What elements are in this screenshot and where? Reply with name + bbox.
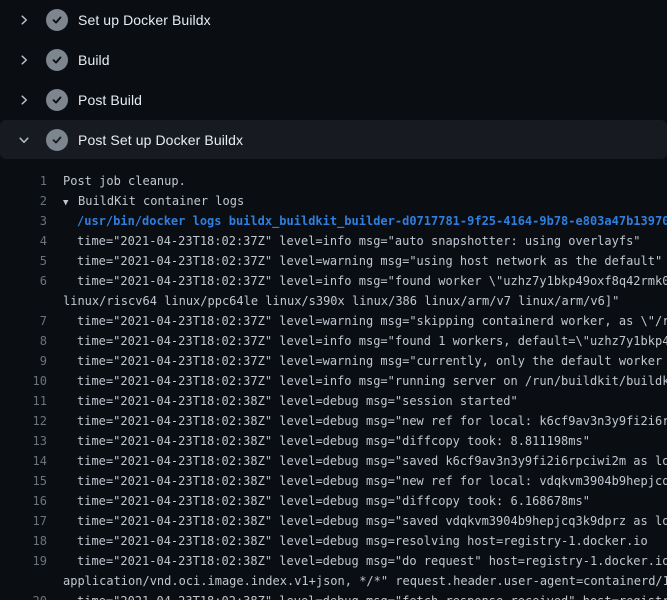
log-line-number[interactable]: 8 bbox=[0, 331, 47, 351]
log-line-number[interactable]: 6 bbox=[0, 271, 47, 291]
log-line-text: time="2021-04-23T18:02:38Z" level=debug … bbox=[47, 591, 667, 600]
log-group-header[interactable]: ▼BuildKit container logs bbox=[47, 191, 244, 211]
log-line-text: time="2021-04-23T18:02:38Z" level=debug … bbox=[47, 451, 667, 471]
success-icon bbox=[46, 49, 68, 71]
log-line-number[interactable]: 17 bbox=[0, 511, 47, 531]
step-label: Set up Docker Buildx bbox=[78, 12, 211, 28]
log-line-text: time="2021-04-23T18:02:37Z" level=info m… bbox=[47, 271, 667, 291]
chevron-right-icon bbox=[12, 92, 36, 108]
log-line-number[interactable]: 19 bbox=[0, 551, 47, 571]
log-row: 6time="2021-04-23T18:02:37Z" level=info … bbox=[0, 271, 667, 291]
chevron-right-icon bbox=[12, 52, 36, 68]
log-row: application/vnd.oci.image.index.v1+json,… bbox=[0, 571, 667, 591]
log-line-number[interactable]: 12 bbox=[0, 411, 47, 431]
step-label: Post Build bbox=[78, 92, 142, 108]
log-row: 5time="2021-04-23T18:02:37Z" level=warni… bbox=[0, 251, 667, 271]
log-row: linux/riscv64 linux/ppc64le linux/s390x … bbox=[0, 291, 667, 311]
log-row: 19time="2021-04-23T18:02:38Z" level=debu… bbox=[0, 551, 667, 571]
log-line-number[interactable]: 16 bbox=[0, 491, 47, 511]
log-line-text: time="2021-04-23T18:02:37Z" level=warnin… bbox=[47, 311, 667, 331]
log-line-text: time="2021-04-23T18:02:37Z" level=warnin… bbox=[47, 351, 667, 371]
log-line-text: time="2021-04-23T18:02:37Z" level=info m… bbox=[47, 231, 641, 251]
log-line-text: linux/riscv64 linux/ppc64le linux/s390x … bbox=[47, 291, 619, 311]
group-toggle-icon[interactable]: ▼ bbox=[63, 193, 78, 213]
success-icon bbox=[46, 89, 68, 111]
log-row: 11time="2021-04-23T18:02:38Z" level=debu… bbox=[0, 391, 667, 411]
step-row-post-set-up-docker-buildx[interactable]: Post Set up Docker Buildx bbox=[0, 120, 667, 159]
log-row: 15time="2021-04-23T18:02:38Z" level=debu… bbox=[0, 471, 667, 491]
log-line-text: time="2021-04-23T18:02:38Z" level=debug … bbox=[47, 471, 667, 491]
step-label: Build bbox=[78, 52, 110, 68]
log-row: 20time="2021-04-23T18:02:38Z" level=debu… bbox=[0, 591, 667, 600]
log-row: 10time="2021-04-23T18:02:37Z" level=info… bbox=[0, 371, 667, 391]
log-line-number[interactable]: 7 bbox=[0, 311, 47, 331]
log-line-text: time="2021-04-23T18:02:38Z" level=debug … bbox=[47, 431, 590, 451]
log-line-text: time="2021-04-23T18:02:38Z" level=debug … bbox=[47, 531, 648, 551]
chevron-down-icon bbox=[12, 132, 36, 148]
log-line-number[interactable]: 13 bbox=[0, 431, 47, 451]
log-row: 8time="2021-04-23T18:02:37Z" level=info … bbox=[0, 331, 667, 351]
log-line-text: Post job cleanup. bbox=[47, 171, 186, 191]
log-line-number[interactable]: 11 bbox=[0, 391, 47, 411]
log-line-number[interactable]: 14 bbox=[0, 451, 47, 471]
log-line-text: time="2021-04-23T18:02:38Z" level=debug … bbox=[47, 391, 518, 411]
log-line-number[interactable]: 3 bbox=[0, 211, 47, 231]
log-row: 13time="2021-04-23T18:02:38Z" level=debu… bbox=[0, 431, 667, 451]
log-row: 12time="2021-04-23T18:02:38Z" level=debu… bbox=[0, 411, 667, 431]
step-row-set-up-docker-buildx[interactable]: Set up Docker Buildx bbox=[0, 0, 667, 40]
log-row: 3/usr/bin/docker logs buildx_buildkit_bu… bbox=[0, 211, 667, 231]
step-row-post-build[interactable]: Post Build bbox=[0, 80, 667, 120]
log-line-text: time="2021-04-23T18:02:38Z" level=debug … bbox=[47, 511, 667, 531]
log-line-text: application/vnd.oci.image.index.v1+json,… bbox=[47, 571, 667, 591]
log-row: 7time="2021-04-23T18:02:37Z" level=warni… bbox=[0, 311, 667, 331]
log-line-text: time="2021-04-23T18:02:38Z" level=debug … bbox=[47, 411, 667, 431]
log-row: 17time="2021-04-23T18:02:38Z" level=debu… bbox=[0, 511, 667, 531]
step-row-build[interactable]: Build bbox=[0, 40, 667, 80]
chevron-right-icon bbox=[12, 12, 36, 28]
log-row: 9time="2021-04-23T18:02:37Z" level=warni… bbox=[0, 351, 667, 371]
log-row: 16time="2021-04-23T18:02:38Z" level=debu… bbox=[0, 491, 667, 511]
log-line-text: time="2021-04-23T18:02:38Z" level=debug … bbox=[47, 491, 590, 511]
log-viewer: 1Post job cleanup.2▼BuildKit container l… bbox=[0, 159, 667, 600]
log-line-number[interactable]: 1 bbox=[0, 171, 47, 191]
log-line-number[interactable]: 15 bbox=[0, 471, 47, 491]
log-line-text: time="2021-04-23T18:02:37Z" level=info m… bbox=[47, 371, 667, 391]
log-line-number[interactable]: 18 bbox=[0, 531, 47, 551]
log-line-text: time="2021-04-23T18:02:38Z" level=debug … bbox=[47, 551, 667, 571]
log-row: 4time="2021-04-23T18:02:37Z" level=info … bbox=[0, 231, 667, 251]
log-line-number[interactable]: 9 bbox=[0, 351, 47, 371]
log-row: 1Post job cleanup. bbox=[0, 171, 667, 191]
log-row: 18time="2021-04-23T18:02:38Z" level=debu… bbox=[0, 531, 667, 551]
log-line-text: time="2021-04-23T18:02:37Z" level=warnin… bbox=[47, 251, 662, 271]
log-row: 2▼BuildKit container logs bbox=[0, 191, 667, 211]
success-icon bbox=[46, 129, 68, 151]
log-row: 14time="2021-04-23T18:02:38Z" level=debu… bbox=[0, 451, 667, 471]
log-line-number[interactable]: 10 bbox=[0, 371, 47, 391]
log-command-text: /usr/bin/docker logs buildx_buildkit_bui… bbox=[47, 211, 667, 231]
steps-list: Set up Docker Buildx Build Post Build Po… bbox=[0, 0, 667, 159]
log-line-number[interactable]: 5 bbox=[0, 251, 47, 271]
step-label: Post Set up Docker Buildx bbox=[78, 132, 243, 148]
log-line-number bbox=[0, 571, 47, 591]
log-line-number[interactable]: 20 bbox=[0, 591, 47, 600]
log-line-number[interactable]: 4 bbox=[0, 231, 47, 251]
log-line-text: time="2021-04-23T18:02:37Z" level=info m… bbox=[47, 331, 667, 351]
log-line-number[interactable]: 2 bbox=[0, 191, 47, 211]
success-icon bbox=[46, 9, 68, 31]
log-line-number bbox=[0, 291, 47, 311]
